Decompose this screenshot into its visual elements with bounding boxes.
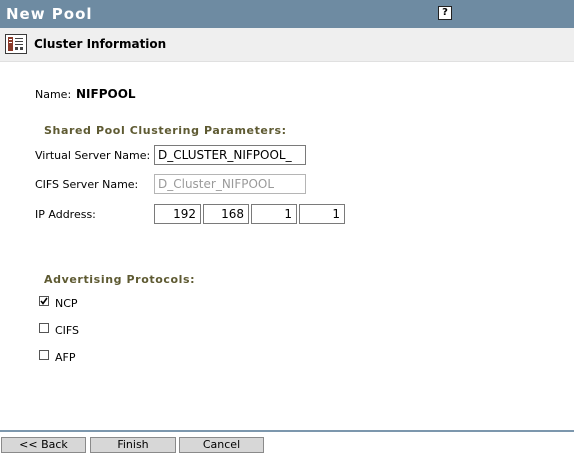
- afp-label: AFP: [55, 351, 76, 364]
- footer-divider: [0, 430, 574, 432]
- ip-octet-4[interactable]: 1: [299, 204, 345, 224]
- ip-octet-2[interactable]: 168: [203, 204, 249, 224]
- cancel-button[interactable]: Cancel: [179, 437, 264, 453]
- ip-address-label: IP Address:: [35, 208, 96, 221]
- virtual-server-input[interactable]: D_CLUSTER_NIFPOOL_: [154, 145, 306, 165]
- cifs-server-input[interactable]: D_Cluster_NIFPOOL: [154, 174, 306, 194]
- cifs-checkbox[interactable]: [39, 323, 49, 333]
- finish-button[interactable]: Finish: [90, 437, 176, 453]
- page-title: Cluster Information: [34, 37, 167, 51]
- clustering-section-heading: Shared Pool Clustering Parameters:: [44, 124, 287, 137]
- afp-checkbox[interactable]: [39, 350, 49, 360]
- cifs-server-label: CIFS Server Name:: [35, 178, 139, 191]
- virtual-server-label: Virtual Server Name:: [35, 149, 151, 162]
- name-label: Name:: [35, 88, 72, 101]
- back-button[interactable]: << Back: [1, 437, 86, 453]
- ip-octet-3[interactable]: 1: [251, 204, 297, 224]
- protocols-section-heading: Advertising Protocols:: [44, 273, 196, 286]
- cifs-label: CIFS: [55, 324, 80, 337]
- checkmark-icon: [40, 297, 48, 305]
- ncp-checkbox[interactable]: [39, 296, 49, 306]
- section-header: Cluster Information: [0, 28, 574, 62]
- ncp-label: NCP: [55, 297, 78, 310]
- title-bar: New Pool ?: [0, 0, 574, 28]
- pool-name-value: NIFPOOL: [76, 87, 136, 101]
- help-button[interactable]: ?: [438, 6, 452, 20]
- ip-octet-1[interactable]: 192: [154, 204, 201, 224]
- cluster-info-icon: [5, 34, 27, 54]
- window-title: New Pool: [6, 5, 93, 23]
